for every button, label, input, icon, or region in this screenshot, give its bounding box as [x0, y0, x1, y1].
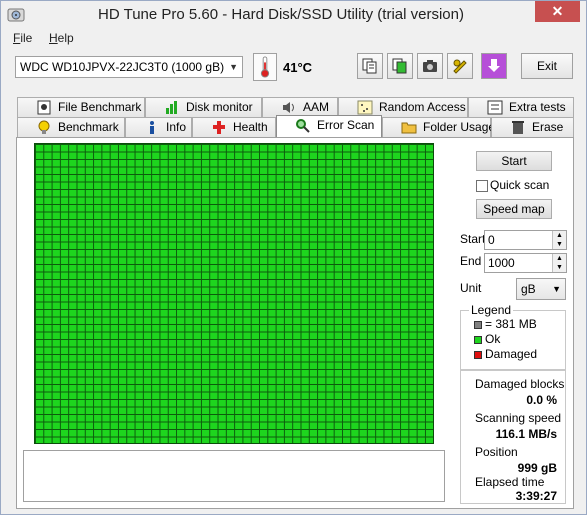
- copy-icon: [362, 58, 377, 74]
- tab-aam[interactable]: AAM: [262, 97, 338, 117]
- download-arrow-icon: [488, 59, 500, 72]
- camera-icon: [423, 60, 437, 72]
- disk-monitor-icon: [166, 101, 177, 114]
- position-value: 999 gB: [517, 461, 557, 475]
- drive-select[interactable]: WDC WD10JPVX-22JC3T0 (1000 gB) ▼: [15, 56, 243, 78]
- unit-label: Unit: [460, 281, 482, 295]
- info-icon: [150, 121, 154, 134]
- random-access-icon: [357, 100, 373, 115]
- legend-label-damaged: Damaged: [485, 347, 538, 361]
- spin-down-icon[interactable]: ▼: [552, 240, 566, 249]
- legend-title: Legend: [469, 303, 514, 317]
- scanning-speed-value: 116.1 MB/s: [495, 427, 557, 441]
- extra-tests-icon: [487, 100, 503, 115]
- legend-swatch-block: [474, 321, 482, 329]
- app-window: HD Tune Pro 5.60 - Hard Disk/SSD Utility…: [0, 0, 587, 515]
- health-cross-icon: [213, 121, 225, 134]
- start-field-label: Start: [460, 232, 486, 246]
- end-field-label: End: [460, 254, 482, 268]
- start-input[interactable]: 0 ▲ ▼: [484, 230, 567, 250]
- copy-text-button[interactable]: [357, 53, 383, 79]
- drive-select-value: WDC WD10JPVX-22JC3T0 (1000 gB): [20, 60, 225, 74]
- chevron-down-icon: ▼: [552, 284, 561, 294]
- lightbulb-icon: [38, 120, 50, 134]
- copy-green-icon: [392, 58, 407, 74]
- speed-map-button[interactable]: Speed map: [476, 199, 552, 219]
- tab-label: AAM: [303, 100, 330, 114]
- unit-select[interactable]: gB ▼: [516, 278, 566, 300]
- trash-icon: [512, 121, 524, 134]
- tab-label: Erase: [532, 120, 564, 134]
- tab-disk-monitor[interactable]: Disk monitor: [145, 97, 262, 117]
- magnifier-icon: [296, 119, 310, 133]
- log-output-box[interactable]: [23, 450, 445, 502]
- unit-select-value: gB: [521, 282, 536, 296]
- tab-label: Disk monitor: [186, 100, 253, 114]
- options-button[interactable]: [447, 53, 473, 79]
- end-input[interactable]: 1000 ▲ ▼: [484, 253, 567, 273]
- toolbar: WDC WD10JPVX-22JC3T0 (1000 gB) ▼ 41°C Ex…: [1, 49, 586, 89]
- tab-benchmark[interactable]: Benchmark: [17, 117, 125, 137]
- temperature-readout: 41°C: [283, 60, 313, 75]
- tab-random-access[interactable]: Random Access: [338, 97, 468, 117]
- spin-up-icon[interactable]: ▲: [552, 231, 566, 240]
- menu-file[interactable]: File: [13, 31, 32, 45]
- legend: Legend = 381 MB Ok Damaged: [460, 303, 566, 370]
- legend-label-ok: Ok: [485, 332, 501, 346]
- tab-error-scan[interactable]: Error Scan: [276, 115, 382, 137]
- block-map: [34, 143, 434, 444]
- legend-label-block: = 381 MB: [485, 317, 537, 331]
- folder-icon: [401, 122, 417, 134]
- start-scan-button[interactable]: Start: [476, 151, 552, 171]
- tab-label: File Benchmark: [58, 100, 142, 114]
- elapsed-time-label: Elapsed time: [475, 475, 545, 489]
- menu-help[interactable]: Help: [49, 31, 74, 45]
- tab-folder-usage[interactable]: Folder Usage: [382, 117, 495, 137]
- quick-scan-label: Quick scan: [490, 178, 550, 192]
- screenshot-button[interactable]: [417, 53, 443, 79]
- thermometer-button[interactable]: [253, 53, 277, 81]
- damaged-blocks-label: Damaged blocks: [475, 377, 565, 391]
- menu-file-rest: ile: [20, 31, 33, 45]
- menu-bar: File Help: [1, 29, 586, 49]
- tab-label: Info: [166, 120, 187, 134]
- error-scan-panel: Start Quick scan Speed map Start 0 ▲ ▼ E…: [16, 137, 574, 509]
- spin-up-icon[interactable]: ▲: [552, 254, 566, 263]
- scan-stats: Damaged blocks 0.0 % Scanning speed 116.…: [460, 370, 566, 504]
- legend-swatch-damaged: [474, 351, 482, 359]
- tab-label: Random Access: [379, 100, 466, 114]
- quick-scan-checkbox[interactable]: [476, 180, 488, 192]
- spin-down-icon[interactable]: ▼: [552, 263, 566, 272]
- thermometer-icon: [260, 56, 270, 78]
- exit-button[interactable]: Exit: [521, 53, 573, 79]
- tab-label: Benchmark: [58, 120, 119, 134]
- menu-help-rest: elp: [57, 31, 74, 45]
- tab-erase[interactable]: Erase: [491, 117, 574, 137]
- tab-info[interactable]: Info: [125, 117, 192, 137]
- tab-file-benchmark[interactable]: File Benchmark: [17, 97, 145, 117]
- tab-label: Health: [233, 120, 268, 134]
- tab-label: Folder Usage: [423, 120, 496, 134]
- position-label: Position: [475, 445, 518, 459]
- speaker-icon: [283, 102, 294, 113]
- scanning-speed-label: Scanning speed: [475, 411, 562, 425]
- damaged-blocks-value: 0.0 %: [526, 393, 557, 407]
- tab-health[interactable]: Health: [192, 117, 276, 137]
- wrench-icon: [453, 59, 467, 74]
- save-button[interactable]: [481, 53, 507, 79]
- tab-extra-tests[interactable]: Extra tests: [468, 97, 574, 117]
- elapsed-time-value: 3:39:27: [515, 489, 557, 503]
- menu-help-accel: H: [49, 31, 58, 45]
- window-title: HD Tune Pro 5.60 - Hard Disk/SSD Utility…: [98, 6, 464, 23]
- start-input-value: 0: [488, 233, 495, 247]
- tab-label: Error Scan: [317, 118, 375, 132]
- legend-swatch-ok: [474, 336, 482, 344]
- tab-label: Extra tests: [509, 100, 566, 114]
- title-bar: HD Tune Pro 5.60 - Hard Disk/SSD Utility…: [1, 1, 586, 29]
- end-input-value: 1000: [488, 256, 515, 270]
- copy-screenshot-button[interactable]: [387, 53, 413, 79]
- close-button[interactable]: ✕: [535, 1, 580, 22]
- chevron-down-icon: ▼: [229, 62, 238, 72]
- file-benchmark-icon: [37, 100, 51, 115]
